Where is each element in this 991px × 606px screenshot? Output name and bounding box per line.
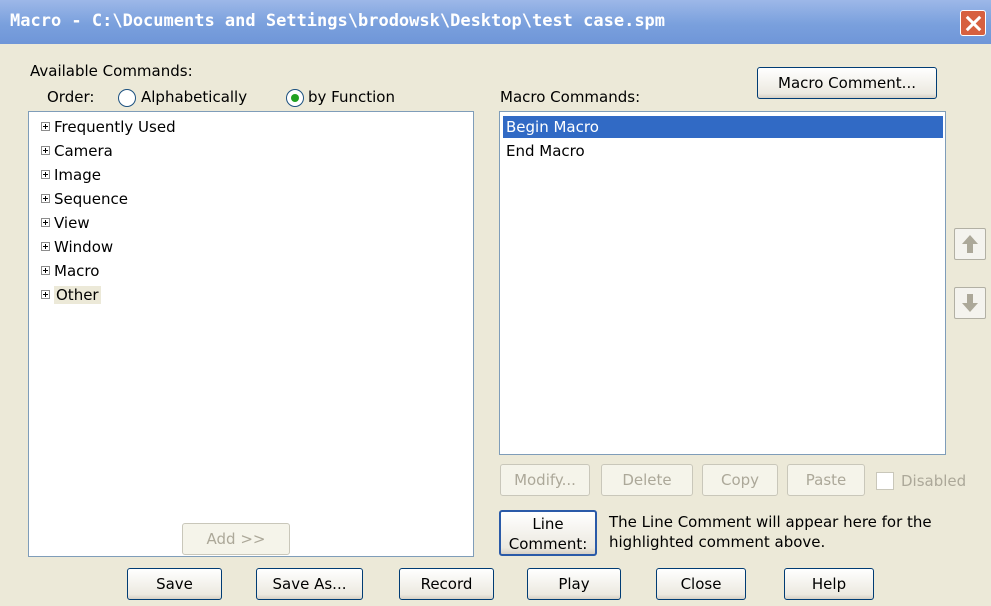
tree-item-image[interactable]: Image — [41, 164, 101, 186]
arrow-up-icon — [962, 235, 978, 253]
close-button[interactable]: Close — [656, 568, 746, 600]
macro-row-begin[interactable]: Begin Macro — [503, 116, 943, 138]
plus-box-icon[interactable] — [41, 266, 50, 275]
plus-box-icon[interactable] — [41, 122, 50, 131]
delete-button[interactable]: Delete — [601, 464, 693, 496]
save-as-button[interactable]: Save As... — [256, 568, 363, 600]
tree-item-sequence[interactable]: Sequence — [41, 188, 128, 210]
plus-box-icon[interactable] — [41, 218, 50, 227]
radio-alphabetically-label[interactable]: Alphabetically — [141, 88, 247, 106]
macro-commands-label: Macro Commands: — [500, 88, 641, 106]
title-bar[interactable]: Macro - C:\Documents and Settings\brodow… — [0, 0, 991, 44]
move-up-button[interactable] — [954, 228, 986, 260]
plus-box-icon[interactable] — [41, 242, 50, 251]
record-button[interactable]: Record — [399, 568, 494, 600]
available-commands-tree[interactable]: Frequently Used Camera Image Sequence Vi… — [28, 111, 474, 557]
line-comment-text: The Line Comment will appear here for th… — [609, 513, 932, 551]
window-title: Macro - C:\Documents and Settings\brodow… — [10, 11, 666, 31]
close-icon[interactable] — [960, 10, 986, 36]
plus-box-icon[interactable] — [41, 146, 50, 155]
order-label: Order: — [47, 88, 95, 106]
tree-item-macro[interactable]: Macro — [41, 260, 99, 282]
save-button[interactable]: Save — [127, 568, 222, 600]
play-button[interactable]: Play — [527, 568, 621, 600]
tree-item-frequently-used[interactable]: Frequently Used — [41, 116, 176, 138]
radio-by-function[interactable] — [286, 89, 304, 107]
plus-box-icon[interactable] — [41, 170, 50, 179]
plus-box-icon[interactable] — [41, 290, 50, 299]
tree-item-camera[interactable]: Camera — [41, 140, 113, 162]
macro-row-end[interactable]: End Macro — [503, 140, 943, 162]
modify-button[interactable]: Modify... — [500, 464, 590, 496]
disabled-checkbox[interactable] — [876, 472, 894, 490]
radio-alphabetically[interactable] — [118, 89, 136, 107]
macro-commands-list[interactable]: Begin Macro End Macro — [499, 111, 946, 455]
add-button[interactable]: Add >> — [182, 523, 290, 555]
tree-item-view[interactable]: View — [41, 212, 90, 234]
radio-by-function-label[interactable]: by Function — [308, 88, 395, 106]
dialog-body: Available Commands: Order: Alphabeticall… — [0, 44, 991, 606]
disabled-checkbox-label: Disabled — [901, 472, 967, 490]
line-comment-button[interactable]: Line Comment: — [499, 510, 597, 556]
plus-box-icon[interactable] — [41, 194, 50, 203]
copy-button[interactable]: Copy — [702, 464, 778, 496]
arrow-down-icon — [962, 294, 978, 312]
help-button[interactable]: Help — [784, 568, 874, 600]
macro-comment-button[interactable]: Macro Comment... — [757, 67, 937, 99]
tree-item-window[interactable]: Window — [41, 236, 113, 258]
tree-item-other[interactable]: Other — [41, 284, 101, 306]
move-down-button[interactable] — [954, 287, 986, 319]
available-commands-label: Available Commands: — [30, 62, 193, 80]
paste-button[interactable]: Paste — [787, 464, 865, 496]
